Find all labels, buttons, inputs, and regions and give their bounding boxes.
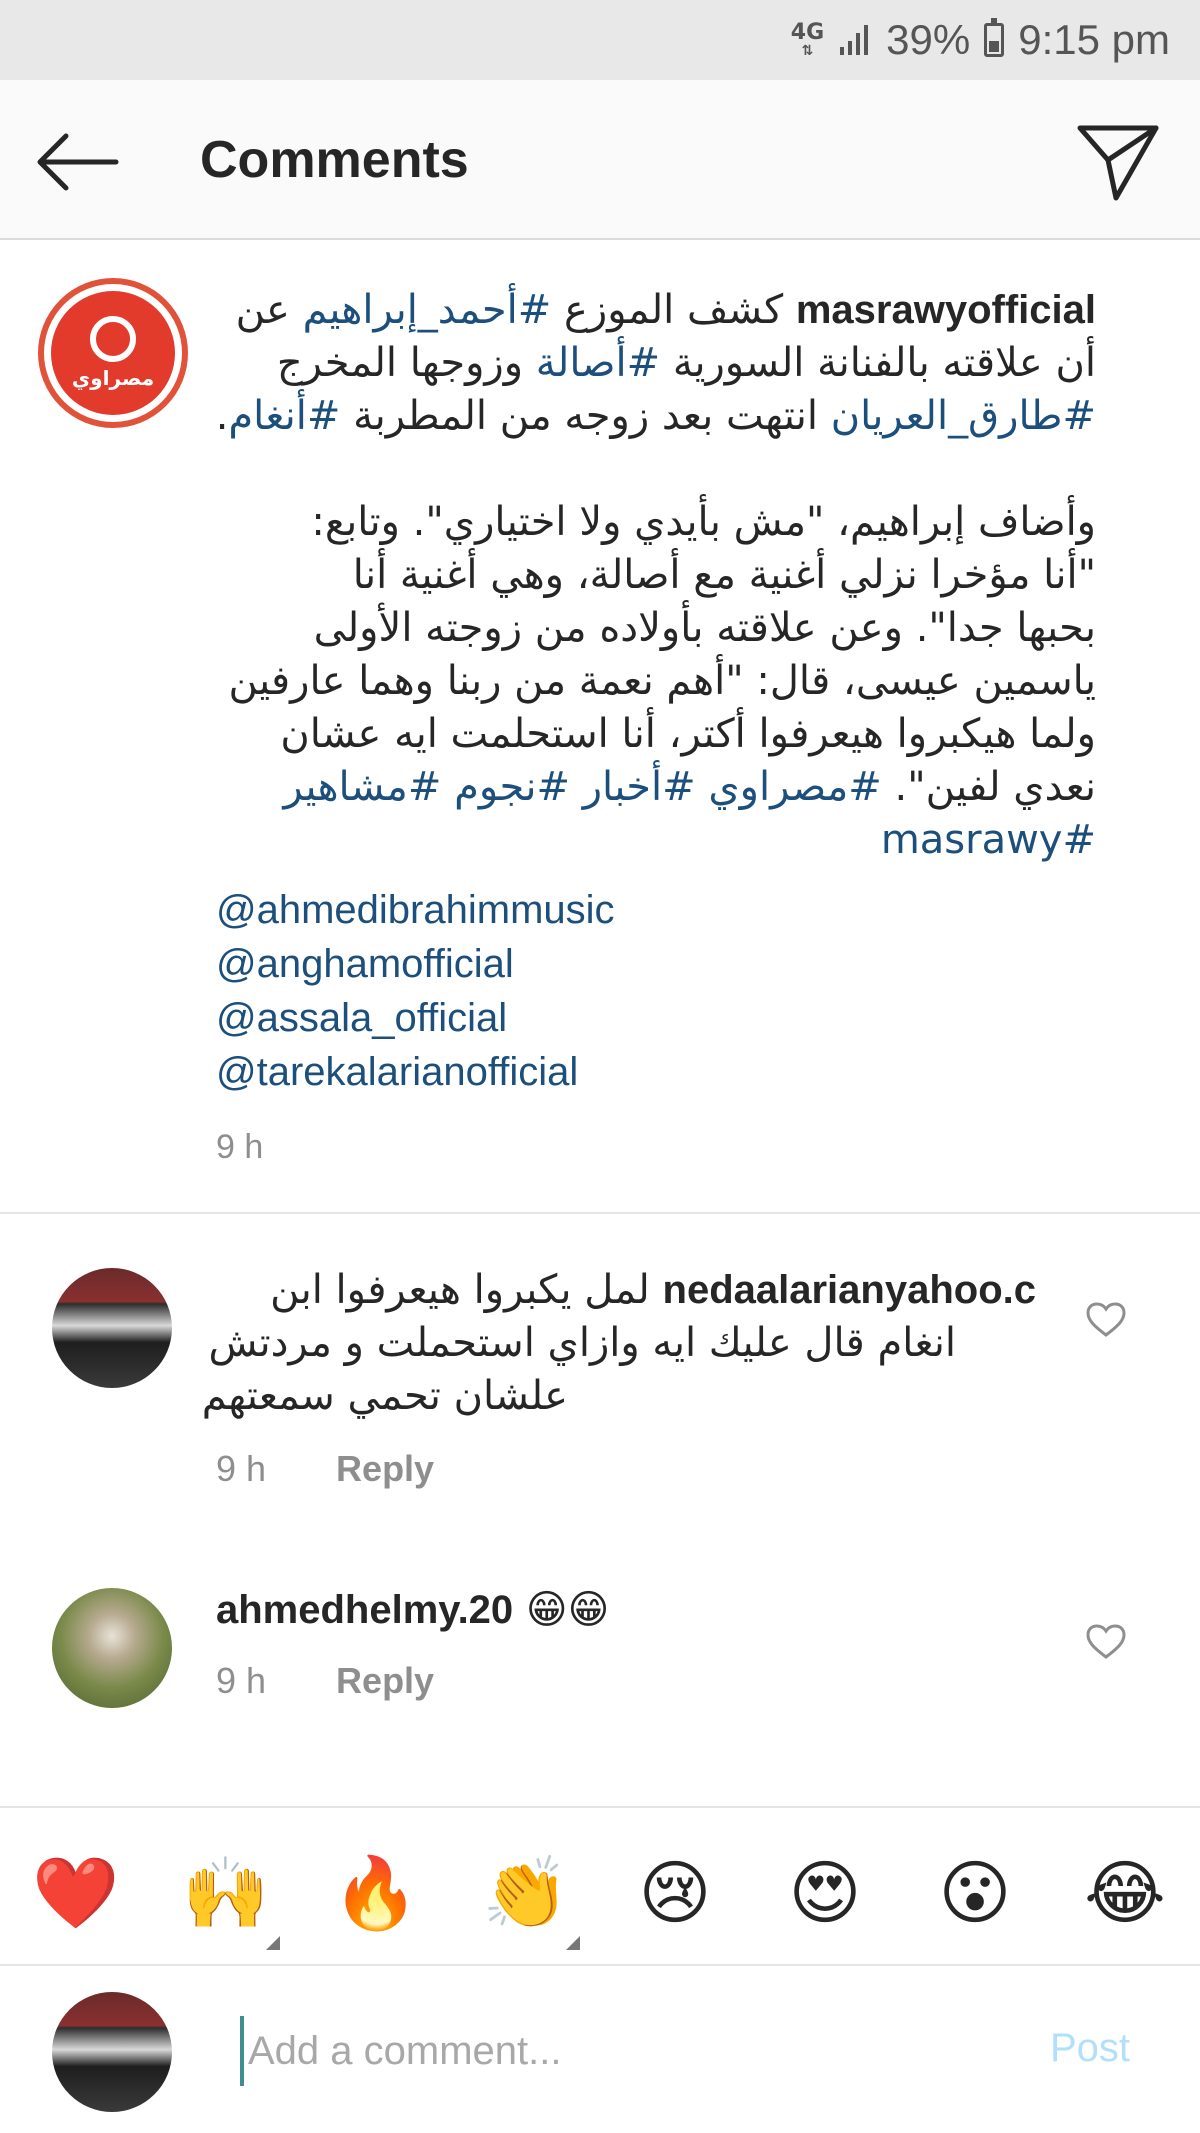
comment-username[interactable]: nedaalarianyahoo.c: [663, 1268, 1036, 1312]
post-button[interactable]: Post: [1050, 2026, 1130, 2071]
battery-icon: [984, 18, 1005, 57]
comment-meta: 9 h Reply: [216, 1448, 434, 1490]
caption-line-1-text: كشف الموزع #أحمد_إبراهيم عن: [236, 287, 784, 333]
paper-plane-icon: [1077, 125, 1159, 201]
emoji-fire[interactable]: 🔥: [332, 1850, 419, 1936]
skin-tone-indicator-icon: [566, 1936, 580, 1950]
caption-hashtag[interactable]: #أصالة: [536, 340, 660, 386]
masrawy-logo: مصراوي: [51, 291, 175, 415]
comment-1-text-line-1: لمل يكبروا هيعرفوا ابن: [270, 1267, 650, 1313]
emoji-red-heart[interactable]: ❤️: [32, 1850, 119, 1936]
caption-text-segment: كشف الموزع: [551, 287, 784, 333]
caption-hashtag[interactable]: #أحمد_إبراهيم: [303, 287, 552, 333]
mention-ahmedibrahimmusic[interactable]: @ahmedibrahimmusic: [216, 883, 615, 937]
comment-input-row: Post: [0, 1968, 1200, 2133]
reply-button[interactable]: Reply: [336, 1448, 434, 1490]
caption-text-segment: عن: [235, 287, 303, 333]
comment-timestamp: 9 h: [216, 1448, 267, 1489]
network-indicator: 4G ⇅: [790, 20, 825, 59]
emoji-raising-hands[interactable]: 🙌: [182, 1850, 280, 1950]
masrawy-avatar[interactable]: مصراوي: [38, 278, 188, 428]
heart-outline-icon: [1086, 1624, 1126, 1659]
comment-1-line-3: علشان تحمي سمعتهم: [201, 1373, 568, 1419]
data-arrows-icon: ⇅: [801, 43, 814, 59]
caption-line-2: أن علاقته بالفنانة السورية #أصالة وزوجها…: [216, 337, 1096, 390]
caption-body-line-2: "أنا مؤخرا نزلي أغنية مع أصالة، وهي أغني…: [352, 552, 1096, 598]
caption-hashtag[interactable]: #أنغام: [228, 393, 340, 439]
caption-body-end: نعدي لفين".: [881, 764, 1096, 810]
caption-username[interactable]: masrawyofficial: [796, 288, 1096, 332]
emoji-tears-of-joy[interactable]: 😂: [1082, 1850, 1168, 1936]
emoji-open-mouth[interactable]: 😮: [932, 1850, 1018, 1936]
masrawy-logo-word: مصراوي: [71, 366, 155, 390]
caption-timestamp: 9 h: [216, 1128, 264, 1166]
own-avatar: [52, 1992, 172, 2112]
caption-body-line-5: ولما هيكبروا هيعرفوا أكتر، أنا استحلمت ا…: [280, 711, 1096, 757]
hashtag-masrawy[interactable]: masrawy#: [881, 817, 1096, 863]
page-title: Comments: [200, 131, 469, 189]
caption-line-3: #طارق_العريان انتهت بعد زوجه من المطربة …: [216, 390, 1096, 443]
caption-body-line-3: بحبها جدا". وعن علاقته بأولاده من زوجته …: [313, 605, 1096, 651]
caption-body-line-4: ياسمين عيسى، قال: "أهم نعمة من ربنا وهما…: [228, 658, 1096, 704]
emoji-crying-face[interactable]: 😢: [632, 1850, 718, 1936]
emoji-clapping-hands-glyph: 👏: [482, 1852, 570, 1934]
caption-divider: [0, 1212, 1200, 1214]
comment-2-text: ahmedhelmy.20 😁😁: [216, 1584, 609, 1637]
mention-tarekalarianofficial[interactable]: @tarekalarianofficial: [216, 1045, 615, 1099]
comment-like-button[interactable]: [1086, 1624, 1126, 1660]
mention-assala-official[interactable]: @assala_official: [216, 991, 615, 1045]
reply-button[interactable]: Reply: [336, 1660, 434, 1702]
emoji-raising-hands-glyph: 🙌: [182, 1852, 270, 1934]
caption-text-segment: وزوجها المخرج: [276, 340, 536, 386]
caption-body-line-1: وأضاف إبراهيم، "مش بأيدي ولا اختياري". و…: [311, 499, 1096, 545]
caption-text-segment: انتهت بعد زوجه من المطربة: [340, 393, 831, 439]
quick-emoji-bar: ❤️ 🙌 🔥 👏 😢 😍 😮 😂: [0, 1806, 1200, 1966]
signal-icon: [840, 25, 869, 55]
clock: 9:15 pm: [1018, 16, 1170, 63]
comment-1-text: nedaalarianyahoo.c لمل يكبروا هيعرفوا اب…: [201, 1264, 1036, 1423]
network-type: 4G: [790, 20, 825, 45]
comment-input[interactable]: [240, 2016, 1000, 2086]
battery-percent: 39%: [886, 16, 971, 63]
emoji-heart-eyes[interactable]: 😍: [782, 1850, 868, 1936]
share-button[interactable]: [1076, 122, 1160, 202]
comment-1-line-1: nedaalarianyahoo.c لمل يكبروا هيعرفوا اب…: [216, 1264, 1036, 1317]
comment-like-button[interactable]: [1086, 1302, 1126, 1338]
masrawy-logo-icon: [90, 316, 136, 362]
skin-tone-indicator-icon: [266, 1936, 280, 1950]
emoji-clapping-hands[interactable]: 👏: [482, 1850, 580, 1950]
caption-hashtag-line: نعدي لفين". #مصراوي #أخبار #نجوم #مشاهير: [216, 761, 1096, 814]
comment-1-line-2: انغام قال عليك ايه وازاي استحملت و مردتش: [208, 1320, 956, 1366]
caption-text-segment: .: [215, 393, 229, 439]
back-button[interactable]: [36, 130, 120, 194]
status-bar: 4G ⇅ 39% 9:15 pm: [0, 0, 1200, 80]
comments-header: Comments: [0, 80, 1200, 240]
caption-mentions: @ahmedibrahimmusic @anghamofficial @assa…: [216, 883, 615, 1099]
comment-timestamp: 9 h: [216, 1660, 267, 1701]
caption-line-1: masrawyofficial كشف الموزع #أحمد_إبراهيم…: [216, 284, 1096, 337]
comment-username[interactable]: ahmedhelmy.20: [216, 1588, 513, 1632]
commenter-avatar[interactable]: [52, 1268, 172, 1388]
commenter-avatar[interactable]: [52, 1588, 172, 1708]
caption-text-segment: أن علاقته بالفنانة السورية: [660, 340, 1096, 386]
caption-hashtags[interactable]: #مصراوي #أخبار #نجوم #مشاهير: [283, 764, 881, 810]
comment-meta: 9 h Reply: [216, 1660, 434, 1702]
caption: masrawyofficial كشف الموزع #أحمد_إبراهيم…: [216, 284, 1096, 867]
arrow-left-icon: [37, 133, 119, 191]
comment-2-emoji: 😁😁: [525, 1587, 610, 1633]
mention-anghamofficial[interactable]: @anghamofficial: [216, 937, 615, 991]
caption-hashtag[interactable]: #طارق_العريان: [831, 393, 1096, 439]
heart-outline-icon: [1086, 1302, 1126, 1337]
caption-last-tag-line: masrawy#: [216, 814, 1096, 867]
